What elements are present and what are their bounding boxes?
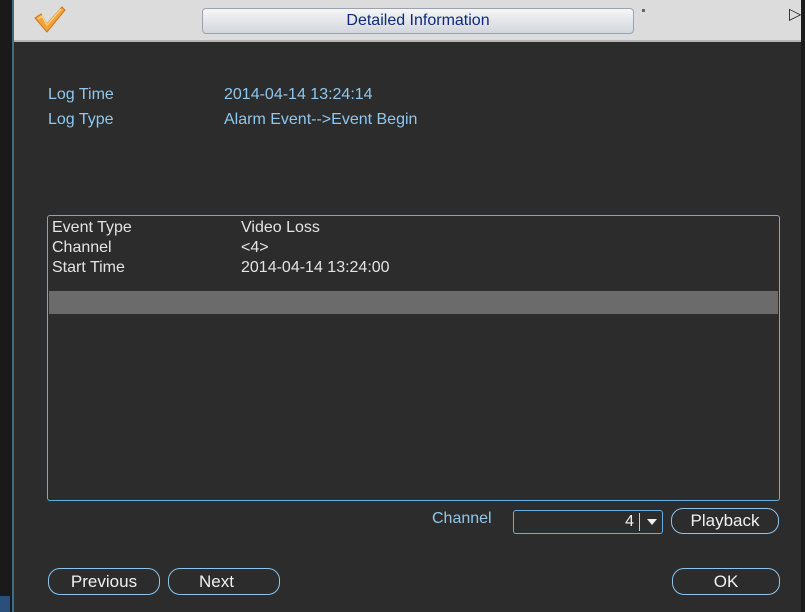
checkmark-logo-icon — [34, 6, 66, 33]
log-time-value: 2014-04-14 13:24:14 — [224, 86, 373, 103]
title-bar: Detailed Information ▷ — [14, 0, 801, 42]
left-edge-accent — [12, 0, 14, 612]
event-type-value: Video Loss — [241, 219, 320, 236]
channel-select-value: 4 — [625, 513, 634, 530]
title-dot — [642, 9, 645, 12]
dialog-title: Detailed Information — [202, 8, 634, 34]
event-details-list[interactable]: Event Type Video Loss Channel <4> Start … — [47, 215, 780, 501]
ok-button[interactable]: OK — [672, 568, 780, 595]
playback-button[interactable]: Playback — [671, 508, 779, 534]
left-window-edge — [0, 0, 12, 612]
next-button[interactable]: Next — [168, 568, 280, 595]
log-time-label: Log Time — [48, 86, 114, 103]
channel-row-value: <4> — [241, 239, 269, 256]
list-item[interactable]: Event Type Video Loss — [52, 218, 777, 238]
channel-row-label: Channel — [52, 239, 112, 256]
log-type-value: Alarm Event-->Event Begin — [224, 111, 418, 128]
select-divider — [639, 513, 640, 531]
channel-label: Channel — [432, 510, 492, 527]
list-item[interactable]: Start Time 2014-04-14 13:24:00 — [52, 258, 777, 278]
list-item[interactable]: Channel <4> — [52, 238, 777, 258]
start-time-label: Start Time — [52, 259, 125, 276]
chevron-down-icon[interactable] — [647, 519, 657, 525]
event-type-label: Event Type — [52, 219, 132, 236]
log-type-label: Log Type — [48, 111, 114, 128]
background-window-fragment — [0, 596, 10, 612]
start-time-value: 2014-04-14 13:24:00 — [241, 259, 390, 276]
channel-select[interactable]: 4 — [513, 510, 663, 534]
right-window-edge — [801, 0, 805, 612]
close-icon[interactable]: ▷ — [789, 6, 801, 24]
previous-button[interactable]: Previous — [48, 568, 160, 595]
detailed-information-dialog: Detailed Information ▷ Log Time 2014-04-… — [0, 0, 805, 612]
selected-list-row[interactable] — [49, 291, 778, 314]
